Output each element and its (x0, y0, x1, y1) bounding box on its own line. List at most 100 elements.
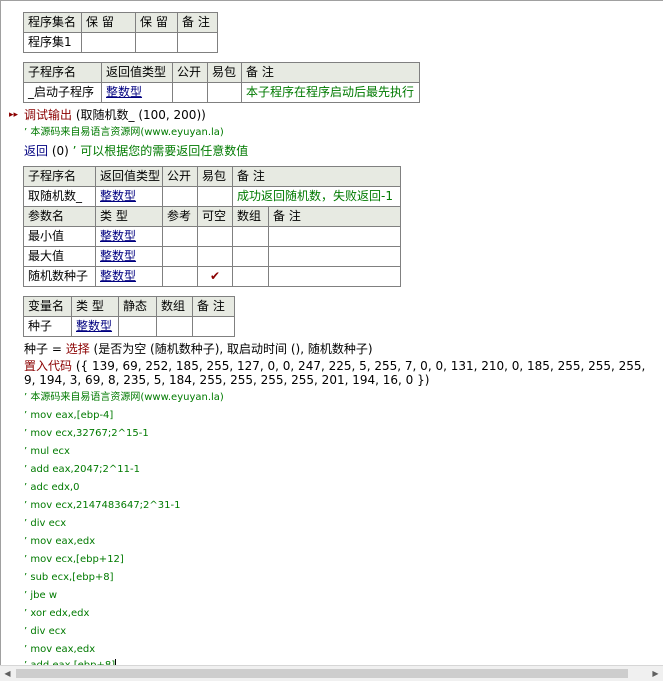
param-row[interactable]: 最小值 整数型 (23, 226, 401, 247)
var-array-cell[interactable] (156, 316, 193, 337)
random-sub-public-cell[interactable] (162, 186, 198, 207)
param-note-cell[interactable] (268, 266, 401, 287)
param-header-name: 参数名 (23, 206, 96, 227)
editor-left-border (0, 0, 1, 680)
code-line-comment[interactable]: ’ mul ecx (24, 444, 70, 460)
code-line-comment[interactable]: ’ xor edx,edx (24, 606, 89, 622)
startup-sub-epkg-cell[interactable] (207, 82, 242, 103)
param-type-link[interactable]: 整数型 (100, 229, 136, 243)
module-reserved-cell-2[interactable] (135, 32, 178, 53)
param-name-cell[interactable]: 最小值 (23, 226, 96, 247)
code-line-debug-output[interactable]: 调试输出 (取随机数_ (100, 200)) (24, 107, 206, 123)
seed-var: 种子 (24, 342, 49, 356)
module-note-cell[interactable] (177, 32, 218, 53)
debug-output-command: 调试输出 (24, 108, 73, 122)
startup-sub-name-cell[interactable]: _启动子程序 (23, 82, 102, 103)
scroll-left-arrow-icon[interactable]: ◀ (0, 666, 15, 681)
param-note-cell[interactable] (268, 246, 401, 267)
return-type-link[interactable]: 整数型 (106, 85, 142, 99)
code-line-comment[interactable]: ’ mov eax,[ebp-4] (24, 408, 113, 424)
debug-output-args: (取随机数_ (100, 200)) (72, 108, 206, 122)
param-ref-cell[interactable] (162, 246, 198, 267)
select-command: 选择 (65, 342, 90, 356)
param-note-cell[interactable] (268, 226, 401, 247)
param-header-type: 类 型 (95, 206, 163, 227)
code-line-seed-assign[interactable]: 种子 = 选择 (是否为空 (随机数种子), 取启动时间 (), 随机数种子) (24, 341, 373, 357)
var-type-cell[interactable]: 整数型 (71, 316, 119, 337)
return-comment: ’ 可以根据您的需要返回任意数值 (72, 144, 249, 158)
code-line-comment[interactable]: ’ 本源码来自易语言资源网(www.eyuyan.la) (24, 390, 224, 406)
horizontal-scrollbar[interactable]: ◀ ▶ (0, 665, 663, 681)
editor-top-border (0, 0, 663, 1)
param-header-array: 数组 (232, 206, 269, 227)
param-header-ref: 参考 (162, 206, 198, 227)
param-row[interactable]: 最大值 整数型 (23, 246, 401, 267)
embed-code-bytes: ({ 139, 69, 252, 185, 255, 127, 0, 0, 24… (72, 359, 646, 373)
return-keyword: 返回 (24, 144, 49, 158)
param-name-cell[interactable]: 随机数种子 (23, 266, 96, 287)
param-type-cell[interactable]: 整数型 (95, 266, 163, 287)
param-nullable-cell[interactable] (197, 226, 233, 247)
random-sub-note-cell[interactable]: 成功返回随机数，失败返回-1 (232, 186, 401, 207)
module-header-name: 程序集名 (23, 12, 82, 33)
param-type-link[interactable]: 整数型 (100, 249, 136, 263)
var-static-cell[interactable] (118, 316, 157, 337)
sub-header-note: 备 注 (241, 62, 420, 83)
code-line-comment[interactable]: ’ div ecx (24, 624, 66, 640)
code-line-comment[interactable]: ’ adc edx,0 (24, 480, 79, 496)
param-type-cell[interactable]: 整数型 (95, 226, 163, 247)
var-header-array: 数组 (156, 296, 193, 317)
module-name-cell[interactable]: 程序集1 (23, 32, 82, 53)
expand-arrow-icon[interactable]: ▸▸ (9, 110, 18, 120)
scroll-right-arrow-icon[interactable]: ▶ (648, 666, 663, 681)
var-header-name: 变量名 (23, 296, 72, 317)
module-header-reserved-1: 保 留 (81, 12, 136, 33)
param-row[interactable]: 随机数种子 整数型 ✔ (23, 266, 401, 287)
random-sub-return-type-cell[interactable]: 整数型 (95, 186, 163, 207)
var-note-cell[interactable] (192, 316, 235, 337)
select-args: (是否为空 (随机数种子), 取启动时间 (), 随机数种子) (89, 342, 373, 356)
param-array-cell[interactable] (232, 246, 269, 267)
startup-sub-public-cell[interactable] (172, 82, 208, 103)
return-type-link[interactable]: 整数型 (100, 189, 136, 203)
code-line-comment[interactable]: ’ mov ecx,[ebp+12] (24, 552, 124, 568)
param-nullable-cell[interactable] (197, 246, 233, 267)
param-type-cell[interactable]: 整数型 (95, 246, 163, 267)
code-line-comment[interactable]: ’ 本源码来自易语言资源网(www.eyuyan.la) (24, 125, 224, 141)
random-sub-name-cell[interactable]: 取随机数_ (23, 186, 96, 207)
code-line-return[interactable]: 返回 (0) ’ 可以根据您的需要返回任意数值 (24, 143, 248, 159)
code-line-comment[interactable]: ’ add eax,2047;2^11-1 (24, 462, 140, 478)
param-header-note: 备 注 (268, 206, 401, 227)
random-sub-epkg-cell[interactable] (197, 186, 233, 207)
code-line-comment[interactable]: ’ mov ecx,32767;2^15-1 (24, 426, 149, 442)
local-var-table: 变量名 类 型 静态 数组 备 注 种子 整数型 (23, 296, 235, 337)
module-reserved-cell-1[interactable] (81, 32, 136, 53)
code-line-comment[interactable]: ’ mov eax,edx (24, 642, 95, 658)
module-header-note: 备 注 (177, 12, 218, 33)
code-line-comment[interactable]: ’ mov eax,edx (24, 534, 95, 550)
param-ref-cell[interactable] (162, 266, 198, 287)
var-name-cell[interactable]: 种子 (23, 316, 72, 337)
sub-header-return-type: 返回值类型 (95, 166, 163, 187)
param-type-link[interactable]: 整数型 (100, 269, 136, 283)
param-ref-cell[interactable] (162, 226, 198, 247)
code-line-comment[interactable]: ’ div ecx (24, 516, 66, 532)
sub-header-epkg: 易包 (207, 62, 242, 83)
var-type-link[interactable]: 整数型 (76, 319, 112, 333)
param-name-cell[interactable]: 最大值 (23, 246, 96, 267)
scrollbar-thumb[interactable] (16, 669, 628, 678)
param-array-cell[interactable] (232, 266, 269, 287)
code-line-comment[interactable]: ’ sub ecx,[ebp+8] (24, 570, 114, 586)
module-header-reserved-2: 保 留 (135, 12, 178, 33)
startup-sub-table: 子程序名 返回值类型 公开 易包 备 注 _启动子程序 整数型 本子程序在程序启… (23, 62, 420, 103)
embed-code-command: 置入代码 (24, 359, 73, 373)
code-line-comment[interactable]: ’ mov ecx,2147483647;2^31-1 (24, 498, 181, 514)
checkmark-icon[interactable]: ✔ (197, 266, 233, 287)
code-line-embed-code-cont[interactable]: 9, 194, 3, 69, 8, 235, 5, 184, 255, 255,… (24, 372, 429, 388)
code-line-comment[interactable]: ’ jbe w (24, 588, 57, 604)
random-sub-table: 子程序名 返回值类型 公开 易包 备 注 取随机数_ 整数型 成功返回随机数，失… (23, 166, 401, 287)
startup-sub-return-type-cell[interactable]: 整数型 (101, 82, 173, 103)
sub-header-epkg: 易包 (197, 166, 233, 187)
startup-sub-note-cell[interactable]: 本子程序在程序启动后最先执行 (241, 82, 420, 103)
param-array-cell[interactable] (232, 226, 269, 247)
